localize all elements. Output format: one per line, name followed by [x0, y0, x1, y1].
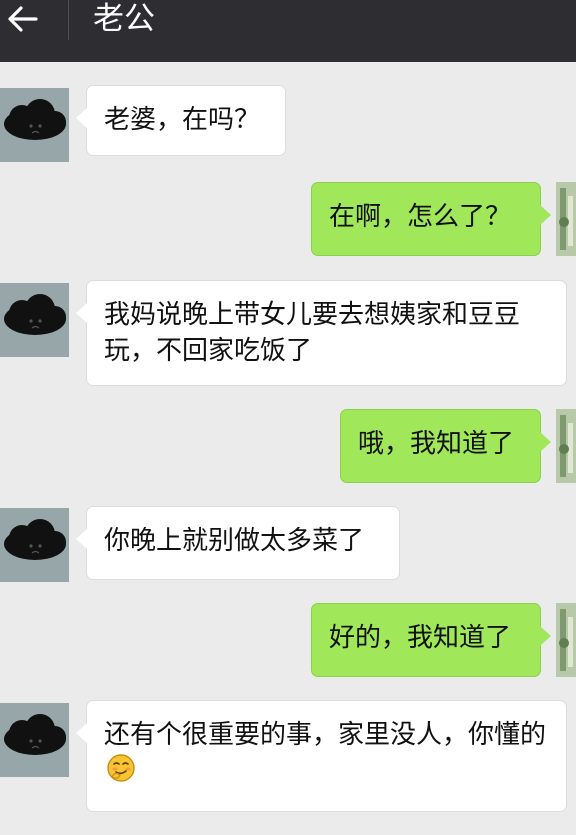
- my-avatar[interactable]: [556, 182, 576, 256]
- contact-avatar[interactable]: [0, 703, 69, 777]
- message-text: 好的，我知道了: [329, 623, 512, 653]
- message-text: 哦，我知道了: [358, 429, 515, 459]
- message-text: 还有个很重要的事，家里没人，你懂的: [104, 720, 547, 750]
- message-row-incoming: 还有个很重要的事，家里没人，你懂的: [0, 700, 576, 820]
- message-bubble-incoming[interactable]: 还有个很重要的事，家里没人，你懂的: [76, 700, 567, 812]
- shy-smirk-emoji-icon: [106, 753, 136, 793]
- contact-avatar[interactable]: [0, 508, 69, 582]
- message-bubble-outgoing[interactable]: 在啊，怎么了？: [311, 182, 551, 256]
- chat-header: 老公: [0, 0, 576, 62]
- message-row-outgoing: 在啊，怎么了？: [0, 182, 576, 258]
- message-text: 你晚上就别做太多菜了: [104, 526, 365, 556]
- my-avatar[interactable]: [556, 603, 576, 677]
- my-avatar[interactable]: [556, 409, 576, 483]
- header-divider: [68, 0, 69, 40]
- message-row-incoming: 你晚上就别做太多菜了: [0, 506, 576, 582]
- dark-cloud-avatar-icon: [4, 99, 66, 140]
- plant-photo-avatar-icon: [556, 409, 576, 483]
- message-bubble-incoming[interactable]: 老婆，在吗？: [76, 85, 286, 156]
- contact-avatar[interactable]: [0, 88, 69, 162]
- message-bubble-outgoing[interactable]: 哦，我知道了: [340, 409, 551, 483]
- message-row-incoming: 我妈说晚上带女儿要去想姨家和豆豆玩，不回家吃饭了: [0, 280, 576, 390]
- message-text: 老婆，在吗？: [104, 105, 261, 135]
- message-row-incoming: 老婆，在吗？: [0, 85, 576, 162]
- dark-cloud-avatar-icon: [4, 294, 66, 335]
- contact-name-title: 老公: [93, 1, 155, 37]
- plant-photo-avatar-icon: [556, 182, 576, 256]
- message-bubble-outgoing[interactable]: 好的，我知道了: [311, 603, 551, 677]
- back-button[interactable]: [0, 0, 68, 40]
- message-text: 我妈说晚上带女儿要去想姨家和豆豆玩，不回家吃饭了: [104, 300, 521, 366]
- message-text: 在啊，怎么了？: [329, 202, 512, 232]
- dark-cloud-avatar-icon: [4, 519, 66, 560]
- message-bubble-incoming[interactable]: 你晚上就别做太多菜了: [76, 506, 400, 580]
- message-row-outgoing: 哦，我知道了: [0, 409, 576, 485]
- plant-photo-avatar-icon: [556, 603, 576, 677]
- message-bubble-incoming[interactable]: 我妈说晚上带女儿要去想姨家和豆豆玩，不回家吃饭了: [76, 280, 567, 386]
- contact-avatar[interactable]: [0, 283, 69, 357]
- message-row-outgoing: 好的，我知道了: [0, 603, 576, 679]
- arrow-left-icon: [8, 6, 38, 32]
- dark-cloud-avatar-icon: [4, 714, 66, 755]
